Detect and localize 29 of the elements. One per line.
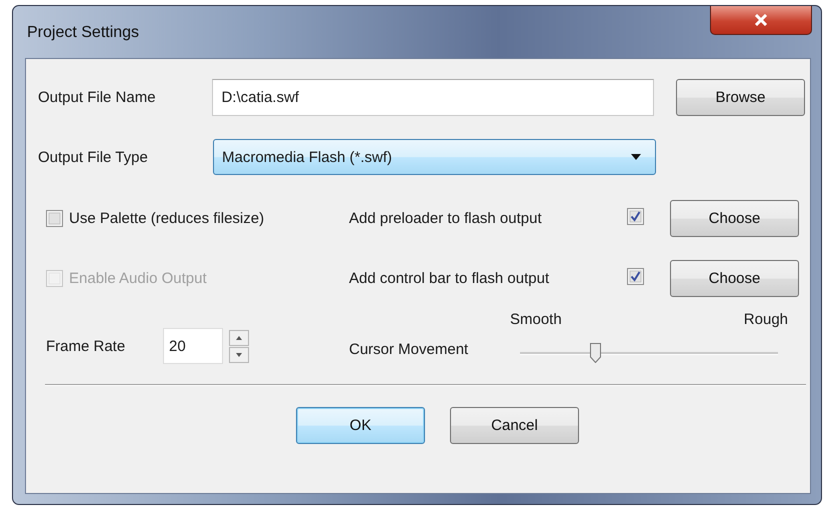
checkbox-label: Use Palette (reduces filesize)	[69, 210, 264, 226]
input-field[interactable]: D:\catia.swf	[212, 79, 654, 116]
field-label: Output File Type	[38, 148, 149, 166]
field-label: Cursor Movement	[349, 341, 470, 358]
frame-rate-field[interactable]: 20	[163, 328, 223, 364]
dropdown-arrow-icon	[631, 154, 641, 160]
option-label: Add control bar to flash output	[349, 270, 550, 286]
field-label: Output File Name	[38, 89, 157, 106]
checkbox-label: Enable Audio Output	[69, 270, 207, 286]
slider-thumb[interactable]	[590, 343, 601, 363]
window-title: Project Settings	[27, 24, 140, 42]
slider-label: Rough	[744, 311, 788, 328]
close-button[interactable]	[710, 6, 812, 35]
slider-label: Smooth	[510, 311, 562, 328]
choose-button[interactable]: Choose	[670, 200, 799, 236]
slider[interactable]	[520, 342, 778, 364]
dialog-button[interactable]: Cancel	[450, 407, 579, 444]
spinner[interactable]	[229, 330, 249, 362]
choose-button[interactable]: Choose	[670, 260, 799, 296]
close-icon	[754, 14, 768, 26]
browse-button[interactable]: Browse	[676, 79, 805, 116]
field-label: Frame Rate	[46, 338, 126, 354]
checkbox[interactable]	[627, 208, 644, 224]
dialog-button[interactable]: OK	[296, 407, 425, 444]
option-label: Add preloader to flash output	[349, 210, 543, 226]
checkbox[interactable]	[627, 268, 644, 284]
checkbox[interactable]	[46, 210, 63, 226]
dropdown-value: Macromedia Flash (*.swf)	[222, 148, 392, 166]
dropdown[interactable]: Macromedia Flash (*.swf)	[213, 139, 656, 175]
